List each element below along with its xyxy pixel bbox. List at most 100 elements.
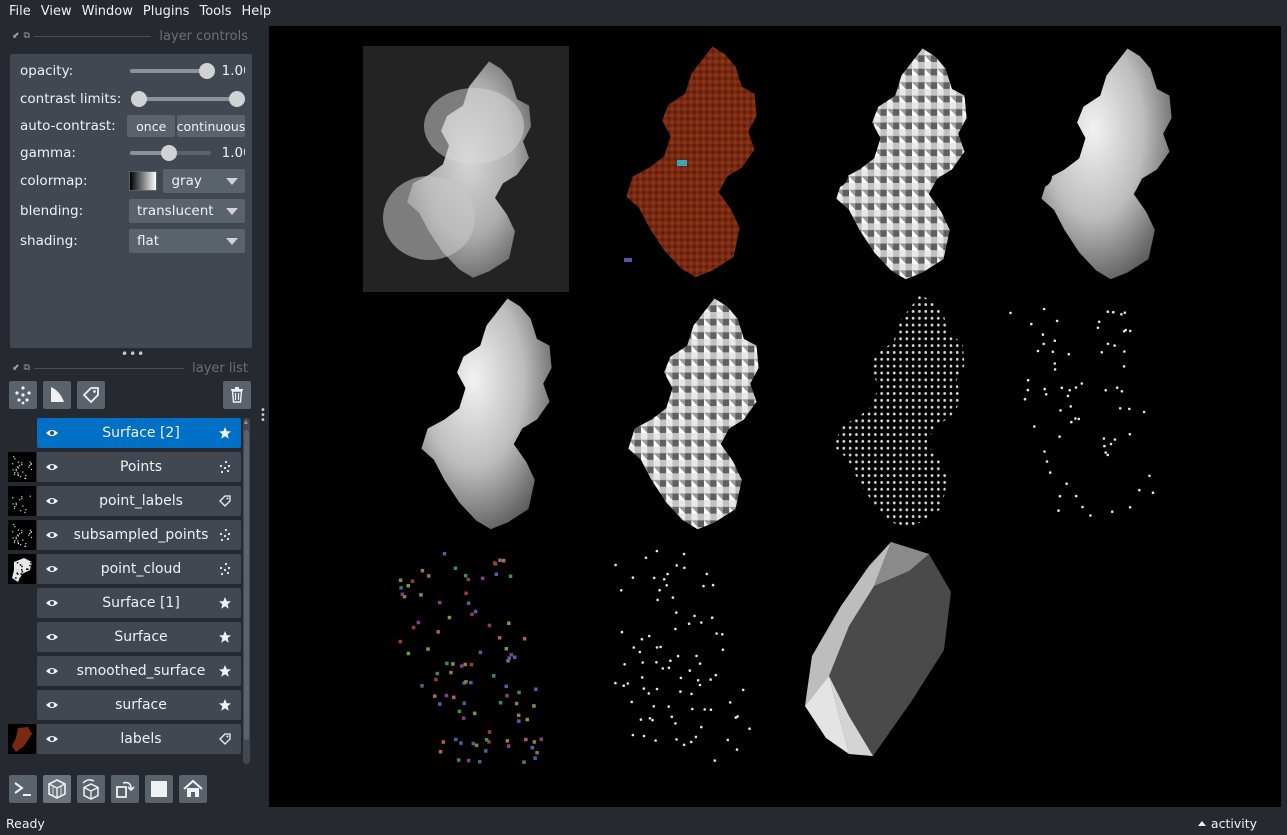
- points-type-icon: [219, 562, 231, 576]
- grid-view-button[interactable]: [145, 775, 173, 803]
- layer-item[interactable]: point_cloud: [37, 554, 241, 584]
- eye-icon[interactable]: [45, 598, 59, 608]
- scrollbar-thumb[interactable]: [244, 430, 249, 740]
- layer-controls-titlebar: ⬋⧉ layer controls: [0, 28, 252, 44]
- gamma-slider[interactable]: [129, 145, 211, 161]
- viewer-canvas[interactable]: [269, 26, 1281, 807]
- auto-contrast-continuous-button[interactable]: continuous: [177, 115, 245, 137]
- layer-item[interactable]: point_labels: [37, 486, 241, 516]
- layer-item[interactable]: Surface: [37, 622, 241, 652]
- eye-icon[interactable]: [45, 428, 59, 438]
- layer-item[interactable]: Points: [37, 452, 241, 482]
- new-points-layer-button[interactable]: [9, 381, 37, 409]
- eye-icon[interactable]: [45, 632, 59, 642]
- layer-row[interactable]: Surface [1]: [0, 587, 262, 619]
- layer-name[interactable]: point_cloud: [65, 554, 217, 584]
- reset-view-button[interactable]: [179, 775, 207, 803]
- eye-icon[interactable]: [45, 462, 59, 472]
- gamma-slider-handle[interactable]: [160, 145, 177, 161]
- layer-row[interactable]: Surface [2]: [0, 417, 262, 449]
- layer-name[interactable]: Surface: [65, 622, 217, 652]
- blending-value: translucent: [136, 203, 214, 219]
- delete-layer-button[interactable]: [223, 381, 251, 409]
- label-point-mark: [452, 695, 456, 700]
- dock-float-close-icon[interactable]: ⬋⧉: [0, 363, 30, 373]
- opacity-value[interactable]: 1.00: [222, 63, 245, 79]
- point-mark: [652, 576, 656, 580]
- menu-window[interactable]: Window: [77, 0, 138, 24]
- contrast-limits-slider[interactable]: [131, 91, 245, 107]
- label-point-mark: [530, 745, 534, 750]
- menu-plugins[interactable]: Plugins: [138, 0, 195, 24]
- label-point-mark: [492, 674, 496, 678]
- layer-name[interactable]: point_labels: [65, 486, 217, 516]
- menu-file[interactable]: File: [4, 0, 36, 24]
- panel-resize-grip-icon[interactable]: • • •: [260, 406, 266, 426]
- point-mark: [1058, 494, 1062, 498]
- layer-name[interactable]: Surface [2]: [65, 418, 217, 448]
- layer-row[interactable]: point_cloud: [0, 553, 262, 585]
- console-button[interactable]: [9, 775, 37, 803]
- layer-item[interactable]: labels: [37, 724, 241, 754]
- eye-icon[interactable]: [45, 564, 59, 574]
- opacity-slider[interactable]: [129, 63, 215, 79]
- layer-name[interactable]: surface: [65, 690, 217, 720]
- eye-icon[interactable]: [45, 734, 59, 744]
- square-icon: [151, 781, 167, 797]
- layer-item[interactable]: subsampled_points: [37, 520, 241, 550]
- tag-type-icon: [219, 495, 231, 507]
- eye-icon[interactable]: [45, 530, 59, 540]
- layer-row[interactable]: point_labels: [0, 485, 262, 517]
- menu-view[interactable]: View: [36, 0, 77, 24]
- new-labels-layer-button[interactable]: [77, 381, 105, 409]
- auto-contrast-once-button[interactable]: once: [127, 115, 175, 137]
- activity-button[interactable]: activity: [1197, 816, 1257, 831]
- layer-item[interactable]: smoothed_surface: [37, 656, 241, 686]
- layer-row[interactable]: surface: [0, 689, 262, 721]
- dock-splitter-handle[interactable]: •••: [121, 347, 145, 361]
- shading-select[interactable]: flat: [128, 229, 245, 253]
- label-point-mark: [517, 719, 521, 723]
- layer-item[interactable]: surface: [37, 690, 241, 720]
- menu-tools[interactable]: Tools: [194, 0, 236, 24]
- layer-row[interactable]: Points: [0, 451, 262, 483]
- point-mark: [1142, 410, 1146, 414]
- eye-icon[interactable]: [45, 700, 59, 710]
- blending-select[interactable]: translucent: [128, 199, 245, 223]
- colormap-select[interactable]: gray: [163, 169, 245, 193]
- dock-float-close-icon[interactable]: ⬋⧉: [0, 31, 30, 41]
- layer-thumbnail: [8, 452, 36, 482]
- layer-list-scrollbar[interactable]: [243, 418, 250, 764]
- layer-name[interactable]: labels: [65, 724, 217, 754]
- layer-name[interactable]: Surface [1]: [65, 588, 217, 618]
- menu-help[interactable]: Help: [237, 0, 277, 24]
- layer-name[interactable]: Points: [65, 452, 217, 482]
- eye-icon[interactable]: [45, 496, 59, 506]
- point-mark: [1148, 474, 1151, 478]
- eye-icon[interactable]: [45, 666, 59, 676]
- layer-row[interactable]: labels: [0, 723, 262, 755]
- contrast-low-handle[interactable]: [131, 91, 147, 107]
- point-mark: [1074, 417, 1077, 420]
- layer-item[interactable]: Surface [2]: [37, 418, 241, 448]
- points-type-icon: [219, 528, 231, 542]
- label-point-mark: [487, 623, 492, 628]
- toggle-ndisplay-button[interactable]: [43, 775, 71, 803]
- scroll-up-arrow-icon[interactable]: [244, 420, 248, 424]
- layer-row[interactable]: Surface: [0, 621, 262, 653]
- roll-dimensions-button[interactable]: [77, 775, 105, 803]
- layer-row[interactable]: smoothed_surface: [0, 655, 262, 687]
- point-mark: [1068, 388, 1071, 392]
- opacity-slider-handle[interactable]: [198, 63, 215, 79]
- label-point-mark: [451, 662, 455, 666]
- transpose-dimensions-button[interactable]: [111, 775, 139, 803]
- layer-name[interactable]: smoothed_surface: [65, 656, 217, 686]
- label-point-mark: [522, 637, 527, 641]
- layer-name[interactable]: subsampled_points: [65, 520, 217, 550]
- layer-item[interactable]: Surface [1]: [37, 588, 241, 618]
- contrast-high-handle[interactable]: [229, 91, 245, 107]
- label-point-mark: [466, 577, 470, 582]
- gamma-value[interactable]: 1.00: [222, 145, 245, 161]
- layer-row[interactable]: subsampled_points: [0, 519, 262, 551]
- new-shapes-layer-button[interactable]: [43, 381, 71, 409]
